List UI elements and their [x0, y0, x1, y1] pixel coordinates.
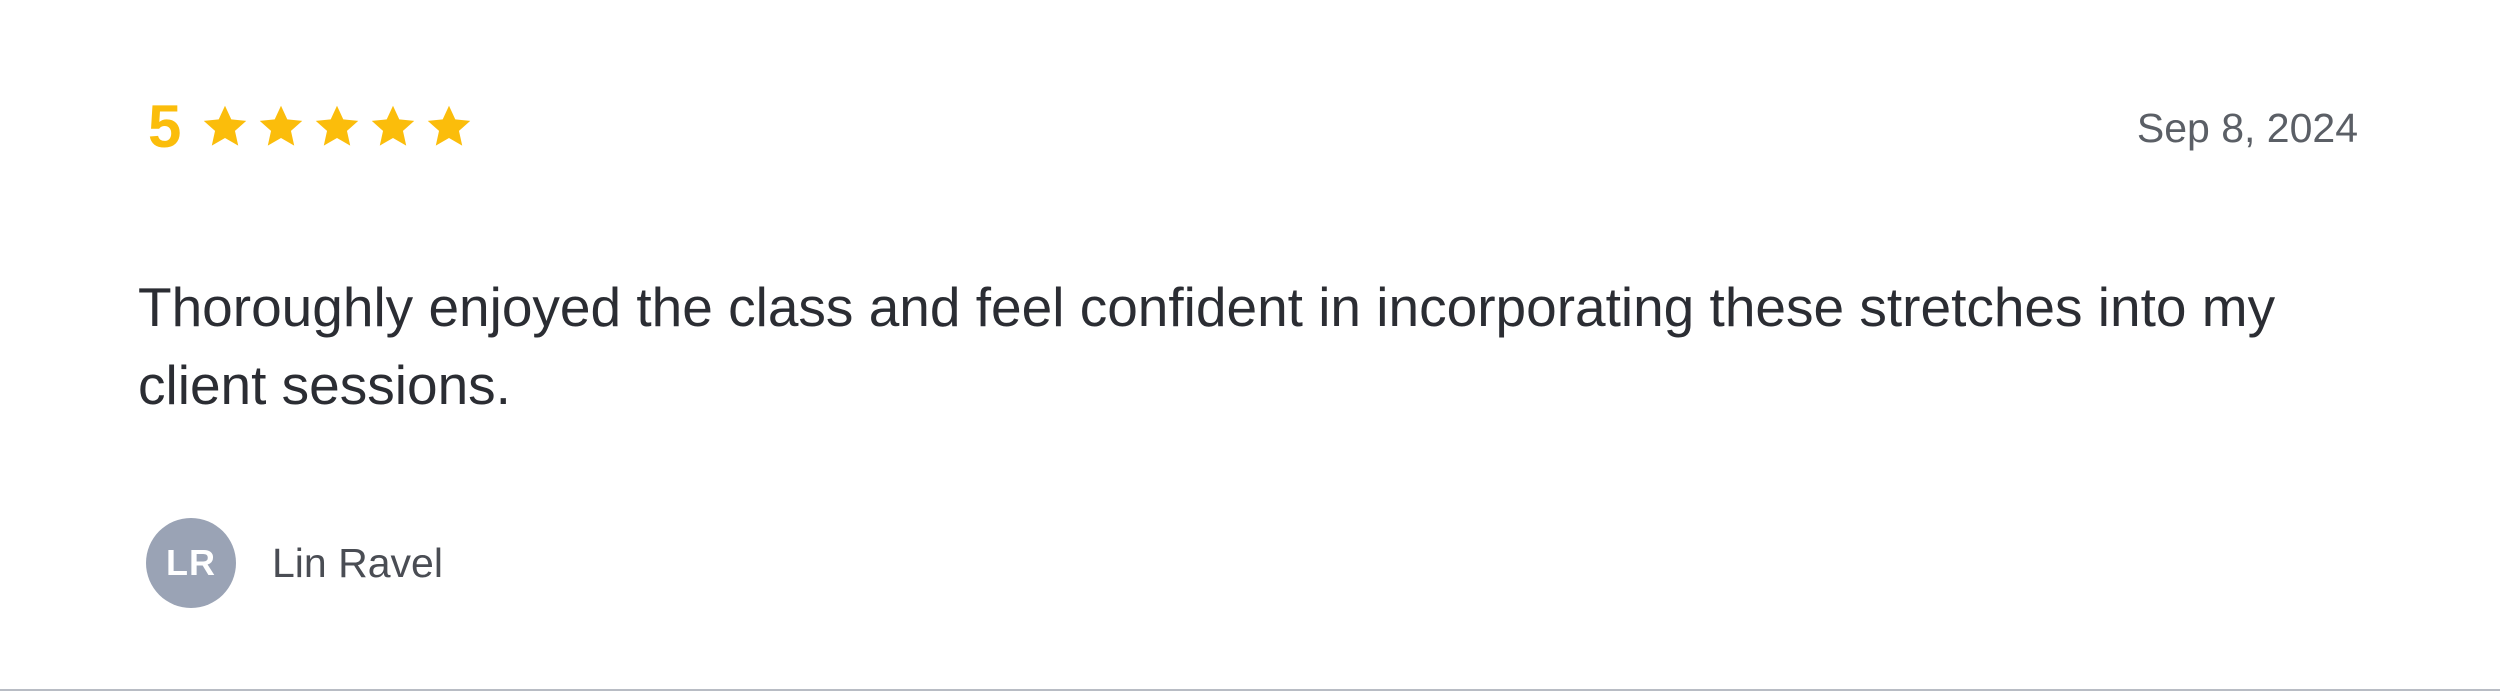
star-icon	[372, 105, 415, 146]
rating-row: 5	[148, 92, 479, 162]
star-icon	[260, 105, 303, 146]
review-date: Sep 8, 2024	[2136, 105, 2358, 151]
star-icon	[316, 105, 359, 146]
star-icon	[428, 105, 471, 146]
review-card: 5 Sep 8, 2024 Thoroughly enjoyed the cla…	[0, 0, 2500, 691]
author-name: Lin Ravel	[272, 539, 443, 586]
rating-value: 5	[148, 93, 182, 160]
avatar: LR	[146, 518, 236, 608]
star-icon	[204, 105, 247, 146]
star-rating	[199, 101, 479, 153]
author-row: LR Lin Ravel	[146, 518, 443, 608]
review-text: Thoroughly enjoyed the class and feel co…	[138, 276, 2276, 416]
